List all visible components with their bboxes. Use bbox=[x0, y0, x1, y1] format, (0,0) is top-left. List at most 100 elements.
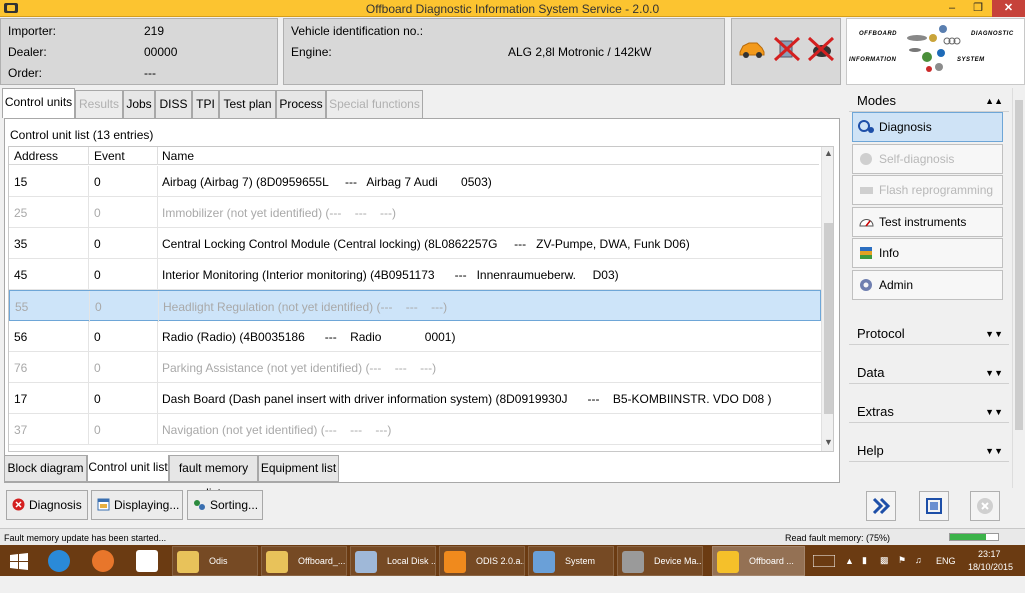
vlc-icon bbox=[444, 551, 466, 573]
scroll-up-arrow[interactable]: ▲ bbox=[822, 148, 833, 158]
tab-results[interactable]: Results bbox=[75, 90, 123, 118]
start-button[interactable] bbox=[0, 546, 38, 576]
taskbar-item[interactable]: Offboard ... bbox=[712, 546, 805, 576]
sort-gears-icon bbox=[194, 500, 205, 510]
displaying-button[interactable]: Displaying... bbox=[91, 490, 183, 520]
table-scrollbar[interactable]: ▲ ▼ bbox=[821, 147, 833, 451]
vehicle-info-panel: Vehicle identification no.: Engine: ALG … bbox=[283, 18, 725, 85]
cell-name: Dash Board (Dash panel insert with drive… bbox=[162, 392, 772, 406]
table-header: Address Event Name bbox=[9, 147, 819, 165]
cell-event: 0 bbox=[94, 423, 101, 437]
tab-tpi[interactable]: TPI bbox=[192, 90, 219, 118]
cell-name: Radio (Radio) (4B0035186 --- Radio 0001) bbox=[162, 330, 456, 344]
tab-process[interactable]: Process bbox=[276, 90, 326, 118]
flag-icon[interactable]: ⚑ bbox=[898, 555, 906, 586]
mode-label: Flash reprogramming bbox=[879, 183, 994, 197]
mode-info-button[interactable]: Info bbox=[852, 238, 1003, 268]
table-row[interactable]: 56 0 Radio (Radio) (4B0035186 --- Radio 00… bbox=[9, 321, 821, 352]
control-unit-list-header: Control unit list (13 entries) bbox=[10, 128, 154, 142]
table-row[interactable]: 17 0 Dash Board (Dash panel insert with dr… bbox=[9, 383, 821, 414]
sorting-button[interactable]: Sorting... bbox=[187, 490, 263, 520]
minimize-button[interactable]: – bbox=[940, 0, 964, 17]
table-row[interactable]: 76 0 Parking Assistance (not yet identifie… bbox=[9, 352, 821, 383]
table-row[interactable]: 25 0 Immobilizer (not yet identified) (---… bbox=[9, 197, 821, 228]
taskbar-item[interactable]: Local Disk ... bbox=[350, 546, 436, 576]
cancel-button[interactable] bbox=[970, 491, 1000, 521]
double-chevron-right-icon bbox=[872, 497, 891, 515]
maximize-button[interactable]: ❐ bbox=[966, 0, 990, 17]
table-row[interactable]: 35 0 Central Locking Control Module (Centr… bbox=[9, 228, 821, 259]
tab-control-unit-list[interactable]: Control unit list bbox=[87, 455, 169, 482]
help-section-header[interactable]: Help ▼▼ bbox=[849, 440, 1009, 462]
taskbar-item[interactable]: System bbox=[528, 546, 614, 576]
close-button[interactable]: ✕ bbox=[992, 0, 1025, 17]
stethoscope-icon bbox=[858, 120, 874, 133]
mode-label: Info bbox=[879, 246, 900, 260]
tab-fault-memory-list[interactable]: fault memory list bbox=[169, 455, 258, 500]
tab-equipment-list[interactable]: Equipment list bbox=[258, 455, 339, 482]
mode-flash-reprogramming-button[interactable]: Flash reprogramming bbox=[852, 175, 1003, 205]
expand-down-icon: ▼▼ bbox=[985, 368, 1003, 378]
battery-icon[interactable]: ▩ bbox=[880, 555, 889, 586]
volume-icon[interactable]: ♫ bbox=[915, 555, 922, 586]
table-row[interactable]: 45 0 Interior Monitoring (Interior monitor… bbox=[9, 259, 821, 290]
taskbar-ie[interactable] bbox=[40, 546, 78, 576]
interface-connection-error-icon bbox=[807, 36, 835, 62]
tab-special-functions[interactable]: Special functions bbox=[326, 90, 423, 118]
table-row[interactable]: 55 0 Headlight Regulation (not yet identif… bbox=[9, 290, 821, 322]
mode-test-instruments-button[interactable]: Test instruments bbox=[852, 206, 1003, 237]
mode-label: Self-diagnosis bbox=[879, 151, 955, 166]
clock-date[interactable]: 18/10/2015 bbox=[968, 562, 1013, 593]
tab-test-plan[interactable]: Test plan bbox=[219, 90, 276, 118]
column-header-event[interactable]: Event bbox=[94, 149, 125, 163]
scroll-down-arrow[interactable]: ▼ bbox=[822, 437, 833, 447]
taskbar-vcds[interactable] bbox=[128, 546, 166, 576]
cell-address: 45 bbox=[14, 268, 28, 282]
windows-logo-icon bbox=[10, 553, 28, 570]
taskbar-item-label: ODIS 2.0.a... bbox=[476, 556, 525, 566]
tab-control-units[interactable]: Control units bbox=[2, 88, 75, 118]
progress-bar bbox=[949, 533, 999, 541]
tab-diss[interactable]: DISS bbox=[155, 90, 192, 118]
forward-button[interactable] bbox=[866, 491, 896, 521]
scroll-thumb[interactable] bbox=[824, 223, 833, 414]
mode-admin-button[interactable]: Admin bbox=[852, 269, 1003, 300]
column-header-name[interactable]: Name bbox=[162, 149, 194, 163]
sidebar-scrollbar[interactable] bbox=[1012, 88, 1024, 488]
cell-event: 0 bbox=[94, 361, 101, 375]
column-header-address[interactable]: Address bbox=[14, 149, 58, 163]
tab-jobs[interactable]: Jobs bbox=[123, 90, 155, 118]
table-row[interactable]: 15 0 Airbag (Airbag 7) (8D0959655L --- Air… bbox=[9, 166, 821, 197]
taskbar-item[interactable]: ODIS 2.0.a... bbox=[439, 546, 525, 576]
keyboard-icon[interactable] bbox=[810, 545, 838, 576]
tab-block-diagram[interactable]: Block diagram bbox=[4, 455, 87, 482]
table-row[interactable]: 37 0 Navigation (not yet identified) (--- … bbox=[9, 414, 821, 445]
network-icon[interactable]: ▮ bbox=[862, 555, 867, 586]
vehicle-connection-error-icon bbox=[773, 36, 801, 62]
taskbar-item[interactable]: Offboard_... bbox=[261, 546, 347, 576]
taskbar-item[interactable]: Device Ma... bbox=[617, 546, 703, 576]
taskbar-item[interactable]: Odis bbox=[172, 546, 258, 576]
mode-diagnosis-button[interactable]: Diagnosis bbox=[852, 112, 1003, 142]
importer-value: 219 bbox=[144, 24, 165, 38]
protocol-section-header[interactable]: Protocol ▼▼ bbox=[849, 323, 1009, 345]
taskbar-item-label: Device Ma... bbox=[654, 556, 703, 566]
modes-section-header[interactable]: Modes ▲▲ bbox=[849, 90, 1009, 112]
diagnosis-action-button[interactable]: Diagnosis bbox=[6, 490, 88, 520]
taskbar-item-label: Offboard ... bbox=[749, 556, 794, 566]
cell-address: 55 bbox=[15, 300, 29, 314]
sidebar-scroll-thumb[interactable] bbox=[1015, 100, 1023, 430]
taskbar-firefox[interactable] bbox=[84, 546, 122, 576]
extras-section-header[interactable]: Extras ▼▼ bbox=[849, 401, 1009, 423]
data-section-header[interactable]: Data ▼▼ bbox=[849, 362, 1009, 384]
fit-screen-button[interactable] bbox=[919, 491, 949, 521]
cell-event: 0 bbox=[94, 392, 101, 406]
cell-address: 17 bbox=[14, 392, 28, 406]
language-indicator[interactable]: ENG bbox=[936, 556, 956, 587]
navigation-buttons bbox=[846, 490, 1025, 526]
importer-label: Importer: bbox=[8, 24, 57, 38]
mode-self-diagnosis-button[interactable]: Self-diagnosis bbox=[852, 143, 1003, 174]
internet-explorer-icon bbox=[48, 550, 70, 572]
tray-up-arrow-icon[interactable]: ▲ bbox=[845, 556, 854, 587]
dealer-label: Dealer: bbox=[8, 45, 47, 59]
